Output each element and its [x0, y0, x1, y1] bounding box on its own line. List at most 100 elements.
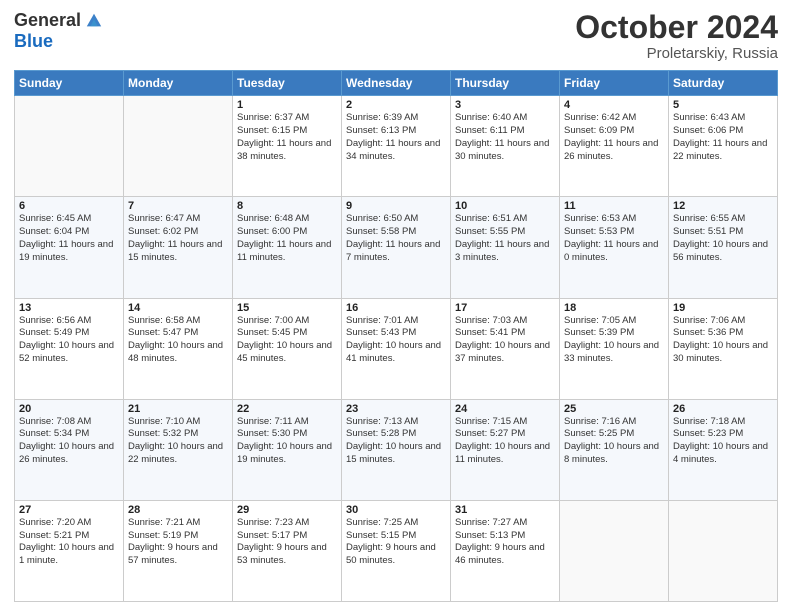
cell-info-line: Sunset: 6:02 PM [128, 226, 198, 237]
day-number: 9 [346, 200, 446, 212]
cell-info-line: Sunrise: 7:03 AM [455, 315, 527, 326]
cell-info-line: Daylight: 10 hours and 56 minutes. [673, 239, 768, 263]
cell-info-line: Sunset: 6:00 PM [237, 226, 307, 237]
cell-info-line: Daylight: 10 hours and 41 minutes. [346, 340, 441, 364]
cell-info-line: Daylight: 9 hours and 53 minutes. [237, 542, 327, 566]
calendar-cell: 26Sunrise: 7:18 AMSunset: 5:23 PMDayligh… [669, 399, 778, 500]
cell-info-line: Sunrise: 6:37 AM [237, 112, 309, 123]
cell-info-line: Sunrise: 7:20 AM [19, 517, 91, 528]
cell-info-line: Sunrise: 7:08 AM [19, 416, 91, 427]
cell-info-line: Daylight: 10 hours and 26 minutes. [19, 441, 114, 465]
cell-info-line: Sunset: 5:41 PM [455, 327, 525, 338]
calendar-cell: 10Sunrise: 6:51 AMSunset: 5:55 PMDayligh… [451, 197, 560, 298]
cell-info-line: Sunset: 5:23 PM [673, 428, 743, 439]
cell-info: Sunrise: 6:37 AM Sunset: 6:15 PM Daylight:… [237, 112, 337, 163]
cell-info-line: Daylight: 10 hours and 19 minutes. [237, 441, 332, 465]
cell-info-line: Sunrise: 6:39 AM [346, 112, 418, 123]
cell-info: Sunrise: 7:27 AMSunset: 5:13 PMDaylight:… [455, 517, 555, 568]
cell-info-line: Sunrise: 7:16 AM [564, 416, 636, 427]
cell-info-line: Sunset: 5:27 PM [455, 428, 525, 439]
cell-info-line: Sunrise: 7:13 AM [346, 416, 418, 427]
cell-info: Sunrise: 7:00 AMSunset: 5:45 PMDaylight:… [237, 315, 337, 366]
cell-info-line: Daylight: 11 hours and 22 minutes. [673, 138, 767, 162]
cell-info-line: Daylight: 9 hours and 57 minutes. [128, 542, 218, 566]
cell-info-line: Sunset: 6:15 PM [237, 125, 307, 136]
cell-info: Sunrise: 6:55 AMSunset: 5:51 PMDaylight:… [673, 213, 773, 264]
calendar-cell: 29Sunrise: 7:23 AMSunset: 5:17 PMDayligh… [233, 500, 342, 601]
cell-info-line: Sunrise: 7:27 AM [455, 517, 527, 528]
day-header-tuesday: Tuesday [233, 71, 342, 96]
calendar-header-row: SundayMondayTuesdayWednesdayThursdayFrid… [15, 71, 778, 96]
cell-info-line: Sunset: 5:45 PM [237, 327, 307, 338]
cell-info-line: Daylight: 11 hours and 3 minutes. [455, 239, 549, 263]
day-number: 28 [128, 504, 228, 516]
cell-info-line: Sunset: 5:19 PM [128, 530, 198, 541]
cell-info-line: Daylight: 10 hours and 22 minutes. [128, 441, 223, 465]
day-number: 1 [237, 99, 337, 111]
cell-info: Sunrise: 6:42 AMSunset: 6:09 PMDaylight:… [564, 112, 664, 163]
calendar-week-row: 1Sunrise: 6:37 AM Sunset: 6:15 PM Daylight… [15, 96, 778, 197]
calendar-cell: 24Sunrise: 7:15 AMSunset: 5:27 PMDayligh… [451, 399, 560, 500]
cell-info-line: Sunrise: 7:05 AM [564, 315, 636, 326]
cell-info-line: Daylight: 11 hours and 34 minutes. [346, 138, 440, 162]
calendar-cell: 14Sunrise: 6:58 AMSunset: 5:47 PMDayligh… [124, 298, 233, 399]
cell-info: Sunrise: 6:58 AMSunset: 5:47 PMDaylight:… [128, 315, 228, 366]
cell-info-line: Sunrise: 6:58 AM [128, 315, 200, 326]
calendar-cell: 16Sunrise: 7:01 AMSunset: 5:43 PMDayligh… [342, 298, 451, 399]
cell-info: Sunrise: 7:16 AMSunset: 5:25 PM Daylight:… [564, 416, 664, 467]
cell-info-line: Daylight: 11 hours and 38 minutes. [237, 138, 331, 162]
day-number: 15 [237, 302, 337, 314]
calendar-cell [15, 96, 124, 197]
day-number: 25 [564, 403, 664, 415]
cell-info-line: Sunrise: 6:45 AM [19, 213, 91, 224]
calendar-week-row: 6Sunrise: 6:45 AMSunset: 6:04 PMDaylight… [15, 197, 778, 298]
cell-info-line: Sunrise: 6:53 AM [564, 213, 636, 224]
calendar-cell: 6Sunrise: 6:45 AMSunset: 6:04 PMDaylight… [15, 197, 124, 298]
cell-info-line: Daylight: 10 hours and 30 minutes. [673, 340, 768, 364]
logo-general-text: General [14, 10, 81, 31]
cell-info-line: Sunrise: 6:48 AM [237, 213, 309, 224]
month-title: October 2024 [575, 10, 778, 45]
cell-info: Sunrise: 7:06 AMSunset: 5:36 PMDaylight:… [673, 315, 773, 366]
cell-info: Sunrise: 7:23 AMSunset: 5:17 PMDaylight:… [237, 517, 337, 568]
cell-info-line: Sunset: 5:53 PM [564, 226, 634, 237]
page-container: General Blue October 2024 Proletarskiy, … [0, 0, 792, 612]
cell-info-line: Sunrise: 7:15 AM [455, 416, 527, 427]
day-number: 30 [346, 504, 446, 516]
cell-info-line: Sunrise: 7:18 AM [673, 416, 745, 427]
calendar-cell: 7Sunrise: 6:47 AMSunset: 6:02 PMDaylight… [124, 197, 233, 298]
cell-info-line: Sunrise: 7:25 AM [346, 517, 418, 528]
calendar-cell: 5Sunrise: 6:43 AMSunset: 6:06 PMDaylight… [669, 96, 778, 197]
cell-info-line: Daylight: 10 hours and 48 minutes. [128, 340, 223, 364]
calendar-cell: 28Sunrise: 7:21 AMSunset: 5:19 PMDayligh… [124, 500, 233, 601]
day-number: 26 [673, 403, 773, 415]
cell-info: Sunrise: 6:48 AMSunset: 6:00 PMDaylight:… [237, 213, 337, 264]
header: General Blue October 2024 Proletarskiy, … [14, 10, 778, 62]
day-number: 4 [564, 99, 664, 111]
cell-info: Sunrise: 6:47 AMSunset: 6:02 PMDaylight:… [128, 213, 228, 264]
cell-info-line: Daylight: 11 hours and 26 minutes. [564, 138, 658, 162]
calendar-cell: 31Sunrise: 7:27 AMSunset: 5:13 PMDayligh… [451, 500, 560, 601]
day-header-friday: Friday [560, 71, 669, 96]
cell-info-line: Sunset: 6:06 PM [673, 125, 743, 136]
calendar-cell: 19Sunrise: 7:06 AMSunset: 5:36 PMDayligh… [669, 298, 778, 399]
calendar-cell: 15Sunrise: 7:00 AMSunset: 5:45 PMDayligh… [233, 298, 342, 399]
cell-info-line: Sunset: 6:13 PM [346, 125, 416, 136]
cell-info-line: Daylight: 11 hours and 7 minutes. [346, 239, 440, 263]
day-number: 11 [564, 200, 664, 212]
calendar-cell: 1Sunrise: 6:37 AM Sunset: 6:15 PM Daylight… [233, 96, 342, 197]
day-number: 16 [346, 302, 446, 314]
cell-info-line: Daylight: 10 hours and 11 minutes. [455, 441, 550, 465]
calendar-cell: 23Sunrise: 7:13 AMSunset: 5:28 PMDayligh… [342, 399, 451, 500]
cell-info-line: Sunset: 5:21 PM [19, 530, 89, 541]
calendar-cell: 17Sunrise: 7:03 AMSunset: 5:41 PMDayligh… [451, 298, 560, 399]
calendar-cell: 13Sunrise: 6:56 AMSunset: 5:49 PMDayligh… [15, 298, 124, 399]
cell-info-line: Sunset: 5:36 PM [673, 327, 743, 338]
cell-info-line: Daylight: 10 hours and 8 minutes. [564, 441, 659, 465]
day-number: 17 [455, 302, 555, 314]
cell-info-line: Sunset: 5:25 PM [564, 428, 634, 439]
day-number: 19 [673, 302, 773, 314]
cell-info-line: Sunset: 6:04 PM [19, 226, 89, 237]
cell-info-line: Sunset: 5:34 PM [19, 428, 89, 439]
calendar-cell: 4Sunrise: 6:42 AMSunset: 6:09 PMDaylight… [560, 96, 669, 197]
